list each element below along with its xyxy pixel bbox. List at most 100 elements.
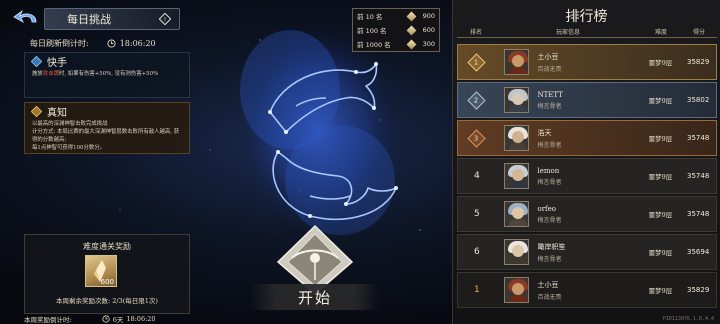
rank-cell: 6 [458, 247, 496, 257]
player-guild: 梅言骨者 [537, 178, 562, 186]
rank-cell: 3 [458, 128, 496, 148]
score-value: 35802 [687, 96, 710, 104]
svg-text:!: ! [164, 16, 166, 23]
weekly-countdown-time: 18:06:20 [126, 314, 156, 323]
reward-title: 难度通关奖励 [83, 242, 131, 251]
modifier-title: 快手 [47, 57, 67, 69]
weekly-countdown-label: 本周奖励倒计时: [24, 315, 72, 324]
difficulty-value: 噩梦9层 [648, 249, 673, 257]
difficulty-value: 噩梦9层 [648, 287, 673, 295]
leaderboard-header: 排名 玩家信息 难度 得分 [457, 26, 717, 38]
player-info: lemon 梅言骨者 [537, 167, 640, 186]
leaderboard-title: 排行榜 [565, 9, 608, 25]
gem-icon [406, 39, 417, 49]
tier-label: 前 1000 名 [357, 41, 391, 49]
quick-modifier-icon [31, 55, 42, 67]
rank-cell: 1 [458, 285, 496, 295]
score-value: 35748 [687, 172, 710, 180]
leaderboard-row[interactable]: 1 土小豆 百战无畏 噩梦9层 35829 [457, 44, 717, 80]
player-guild: 梅言骨者 [537, 141, 562, 149]
leaderboard-row-self[interactable]: 1 土小豆 百战无畏 噩梦9层 35829 [457, 272, 717, 308]
rank-badge-icon: 2 [467, 90, 487, 110]
avatar[interactable] [503, 87, 530, 113]
leaderboard-row[interactable]: 4 lemon 梅言骨者 噩梦9层 35748 [457, 158, 717, 194]
player-info: 土小豆 百战无畏 [537, 52, 640, 73]
rank-badge-icon: 1 [467, 52, 487, 72]
modifier-card-quick: 快手 施放攻击牌时, 如果有伤害+50%, 没有则伤害+50% [24, 52, 190, 98]
clock-icon [107, 38, 116, 48]
leaderboard-row[interactable]: 5 orfeo 梅言骨者 噩梦9层 35748 [457, 196, 717, 232]
column-score: 得分 [692, 29, 705, 36]
player-info: 浩天 梅言骨者 [537, 128, 640, 149]
info-icon[interactable]: ! [159, 13, 171, 25]
highlight-keyword: 攻击牌 [42, 71, 59, 77]
score-value: 35748 [687, 134, 710, 142]
score-value: 35694 [687, 248, 710, 256]
start-button[interactable]: 开始 [250, 284, 380, 310]
refresh-label: 每日刷新倒计时: [30, 38, 89, 48]
tier-points: 900 [422, 12, 435, 20]
player-info: 瞰岸帜笙 梅言骨者 [537, 242, 640, 263]
rank-tier-rewards: 前 10 名 900 前 100 名 600 前 1000 名 300 [352, 8, 440, 52]
avatar[interactable] [503, 277, 530, 303]
pisces-constellation-art [232, 20, 404, 242]
column-player-info: 玩家信息 [555, 29, 580, 36]
rank-badge-icon: 3 [467, 128, 487, 148]
score-value: 35748 [687, 210, 710, 218]
player-name: 土小豆 [537, 52, 559, 61]
truth-modifier-icon [31, 105, 42, 117]
player-info: NTETT 梅言骨者 [537, 91, 640, 110]
player-info: orfeo 梅言骨者 [537, 205, 640, 224]
daily-challenge-title-bar: 每日挑战 ! [44, 8, 180, 30]
modifier-description: 施放攻击牌时, 如果有伤害+50%, 没有则伤害+50% [32, 71, 159, 77]
score-value: 35829 [687, 58, 710, 66]
weekly-claims-remaining: 本周剩余奖励次数: 2/3(每日限1次) [56, 297, 158, 305]
tier-points: 600 [422, 26, 435, 34]
tier-label: 前 100 名 [357, 27, 387, 35]
rank-cell: 4 [458, 171, 496, 181]
player-name: lemon [537, 166, 560, 175]
player-guild: 百战无畏 [537, 293, 562, 301]
gem-icon [406, 11, 417, 21]
rank-cell: 1 [458, 52, 496, 72]
rank-cell: 5 [458, 209, 496, 219]
avatar[interactable] [503, 163, 530, 189]
leaderboard-panel: 排行榜 排名 玩家信息 难度 得分 1 土小豆 百战无畏 噩梦9层 35829 2 NTET… [452, 0, 720, 324]
tier-row: 前 10 名 900 [353, 9, 439, 23]
player-guild: 梅言骨者 [537, 102, 562, 110]
modifier-description: 以最高的深渊神智击败完成挑战 计分方式: 本局比赛的最大深渊神智层数击败所有敌人… [32, 121, 180, 151]
weekly-reward-countdown: 本周奖励倒计时: 6天 18:06:20 [24, 313, 204, 324]
rank-number: 5 [473, 209, 480, 219]
avatar[interactable] [503, 125, 530, 151]
leaderboard-row[interactable]: 3 浩天 梅言骨者 噩梦9层 35748 [457, 120, 717, 156]
column-rank: 排名 [469, 29, 482, 36]
player-name: NTETT [537, 90, 563, 99]
modifier-title: 真知 [47, 107, 67, 119]
leaderboard-row[interactable]: 2 NTETT 梅言骨者 噩梦9层 35802 [457, 82, 717, 118]
rank-number: 6 [473, 247, 480, 257]
avatar[interactable] [503, 239, 530, 265]
avatar[interactable] [503, 49, 530, 75]
leaderboard-rows: 1 土小豆 百战无畏 噩梦9层 35829 2 NTETT 梅言骨者 噩梦9层 35802 3 浩天梅… [457, 44, 717, 310]
clear-reward-panel: 难度通关奖励 600 本周剩余奖励次数: 2/3(每日限1次) [24, 234, 190, 314]
tier-row: 前 1000 名 300 [353, 37, 439, 51]
player-guild: 百战无畏 [537, 65, 562, 73]
player-guild: 梅言骨者 [537, 255, 562, 263]
modifier-card-truth: 真知 以最高的深渊神智击败完成挑战 计分方式: 本局比赛的最大深渊神智层数击败所… [24, 102, 190, 154]
avatar[interactable] [503, 201, 530, 227]
gem-icon [406, 25, 417, 35]
weekly-countdown-days: 6天 [112, 315, 124, 324]
rank-number: 1 [474, 58, 480, 66]
player-info: 土小豆 百战无畏 [537, 280, 640, 301]
player-guild: 梅言骨者 [537, 216, 562, 224]
rank-number: 1 [473, 285, 480, 295]
player-name: 浩天 [537, 128, 552, 137]
back-button[interactable] [10, 6, 44, 32]
player-name: 瞰岸帜笙 [537, 242, 566, 251]
tier-row: 前 100 名 600 [353, 23, 439, 37]
difficulty-value: 噩梦9层 [648, 173, 673, 181]
tier-label: 前 10 名 [357, 13, 383, 21]
difficulty-value: 噩梦9层 [648, 135, 673, 143]
leaderboard-row[interactable]: 6 瞰岸帜笙 梅言骨者 噩梦9层 35694 [457, 234, 717, 270]
reward-item[interactable]: 600 [85, 255, 117, 287]
